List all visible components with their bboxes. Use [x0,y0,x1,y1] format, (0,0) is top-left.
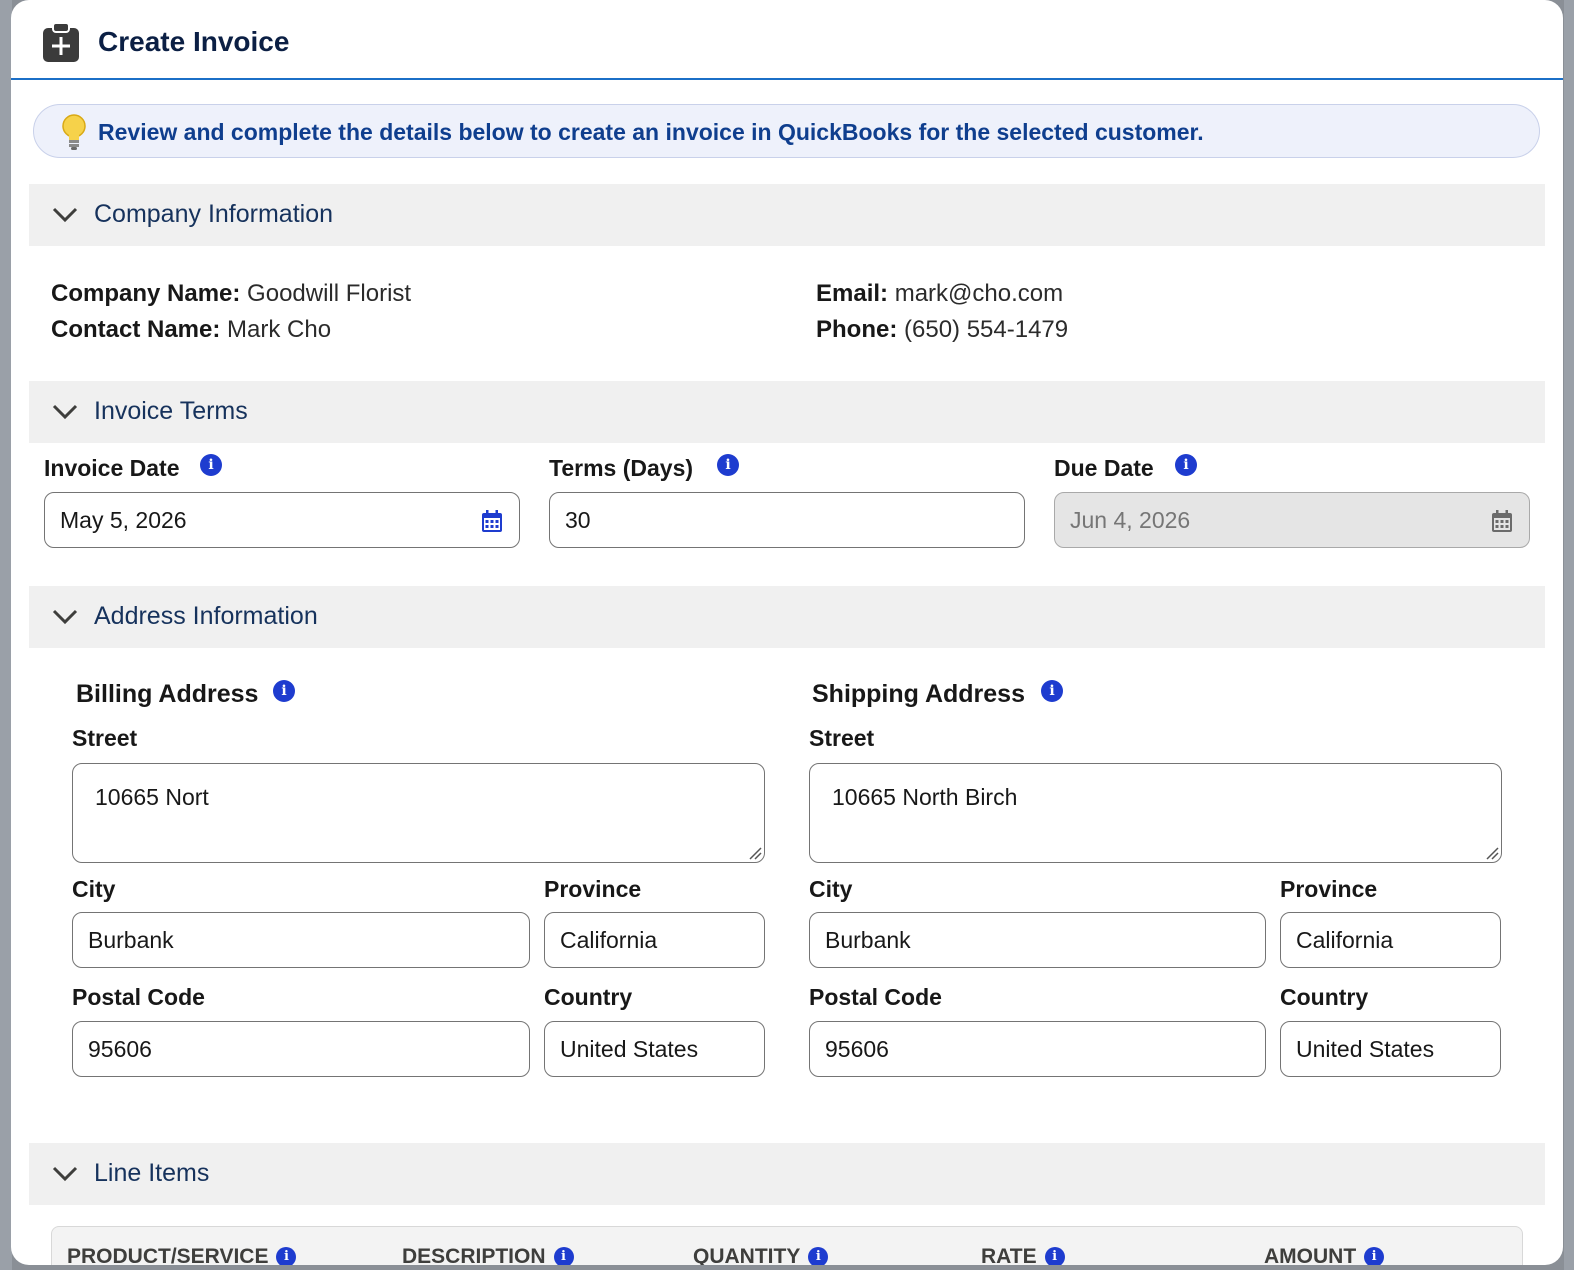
backdrop-right [1564,0,1574,1270]
shipping-country-label: Country [1280,984,1369,1010]
contact-name-label: Contact Name: [51,316,221,343]
section-title: Company Information [94,200,334,228]
billing-postal-label: Postal Code [72,984,205,1010]
resize-handle-icon[interactable] [748,846,762,860]
company-name-label: Company Name: [51,280,241,307]
shipping-postal-field[interactable]: 95606 [809,1021,1266,1077]
shipping-street-field[interactable]: 10665 North Birch [809,763,1502,863]
info-icon[interactable]: i [276,1247,297,1265]
modal-header: Create Invoice [11,0,1563,80]
invoice-date-field[interactable]: May 5, 2026 [44,492,520,548]
notice-text: Review and complete the details below to… [98,119,1204,145]
terms-days-field[interactable]: 30 [549,492,1025,548]
info-icon[interactable]: i [273,680,295,702]
terms-days-value: 30 [565,507,591,533]
shipping-address-heading: Shipping Address [812,680,1025,708]
info-icon[interactable]: i [1364,1247,1385,1265]
due-date-label: Due Date [1054,455,1154,481]
column-header-description[interactable]: DESCRIPTION i [402,1245,574,1265]
info-icon[interactable]: i [1041,680,1063,702]
billing-street-label: Street [72,725,138,751]
due-date-value: Jun 4, 2026 [1070,507,1191,533]
shipping-city-value: Burbank [825,927,911,953]
email-label: Email: [816,280,889,307]
shipping-province-field[interactable]: California [1280,912,1501,968]
info-icon[interactable]: i [553,1247,574,1265]
section-company-information[interactable]: Company Information [29,184,1545,246]
invoice-date-label: Invoice Date [44,455,180,481]
info-icon[interactable]: i [1044,1247,1065,1265]
terms-label: Terms (Days) [549,455,694,481]
shipping-province-label: Province [1280,876,1378,902]
section-address-information[interactable]: Address Information [29,586,1545,648]
info-icon[interactable]: i [717,454,739,476]
chevron-down-icon [52,404,78,420]
billing-street-value: 10665 Nort [95,784,209,810]
due-date-field: Jun 4, 2026 [1054,492,1530,548]
billing-province-value: California [560,927,658,953]
clipboard-plus-icon [43,23,79,62]
create-invoice-modal: Create Invoice Review and complete the d… [11,0,1563,1265]
billing-province-label: Province [544,876,642,902]
section-line-items[interactable]: Line Items [29,1143,1545,1205]
contact-name-row: Contact Name: Mark Cho [51,316,331,344]
billing-country-field[interactable]: United States [544,1021,765,1077]
billing-city-field[interactable]: Burbank [72,912,530,968]
chevron-down-icon [52,207,78,223]
info-icon[interactable]: i [1175,454,1197,476]
calendar-icon[interactable] [481,509,503,533]
column-header-amount[interactable]: AMOUNT i [1264,1245,1385,1265]
shipping-country-value: United States [1296,1036,1435,1062]
billing-postal-field[interactable]: 95606 [72,1021,530,1077]
shipping-postal-value: 95606 [825,1036,889,1062]
billing-country-value: United States [560,1036,699,1062]
shipping-province-value: California [1296,927,1394,953]
modal-title: Create Invoice [98,26,290,57]
column-header-product-service[interactable]: PRODUCT/SERVICE i [67,1245,297,1265]
chevron-down-icon [52,1166,78,1182]
shipping-city-label: City [809,876,853,902]
shipping-city-field[interactable]: Burbank [809,912,1266,968]
company-name-row: Company Name: Goodwill Florist [51,280,411,308]
phone-value: (650) 554-1479 [904,316,1069,343]
info-notice: Review and complete the details below to… [33,104,1540,158]
column-header-quantity[interactable]: QUANTITY i [693,1245,829,1265]
email-value: mark@cho.com [894,280,1064,307]
phone-label: Phone: [816,316,898,343]
section-invoice-terms[interactable]: Invoice Terms [29,381,1545,443]
email-row: Email: mark@cho.com [816,280,1063,308]
phone-row: Phone: (650) 554-1479 [816,316,1068,344]
line-items-table-header: PRODUCT/SERVICE i DESCRIPTION i QUANTITY i … [51,1226,1523,1265]
shipping-street-value: 10665 North Birch [832,784,1018,810]
calendar-icon [1492,510,1512,532]
section-title: Line Items [94,1159,210,1187]
invoice-date-value: May 5, 2026 [60,507,187,533]
shipping-postal-label: Postal Code [809,984,942,1010]
billing-street-field[interactable]: 10665 Nort [72,763,765,863]
lightbulb-icon [62,114,86,150]
column-header-rate[interactable]: RATE i [981,1245,1065,1265]
billing-city-label: City [72,876,116,902]
info-icon[interactable]: i [808,1247,829,1265]
billing-province-field[interactable]: California [544,912,765,968]
billing-postal-value: 95606 [88,1036,152,1062]
section-title: Invoice Terms [94,397,248,425]
billing-country-label: Country [544,984,633,1010]
shipping-country-field[interactable]: United States [1280,1021,1501,1077]
chevron-down-icon [52,609,78,625]
shipping-street-label: Street [809,725,875,751]
billing-address-heading: Billing Address [76,680,259,708]
company-name-value: Goodwill Florist [247,280,412,307]
billing-city-value: Burbank [88,927,174,953]
resize-handle-icon[interactable] [1485,846,1499,860]
section-title: Address Information [94,602,318,630]
contact-name-value: Mark Cho [227,316,332,343]
info-icon[interactable]: i [200,454,222,476]
